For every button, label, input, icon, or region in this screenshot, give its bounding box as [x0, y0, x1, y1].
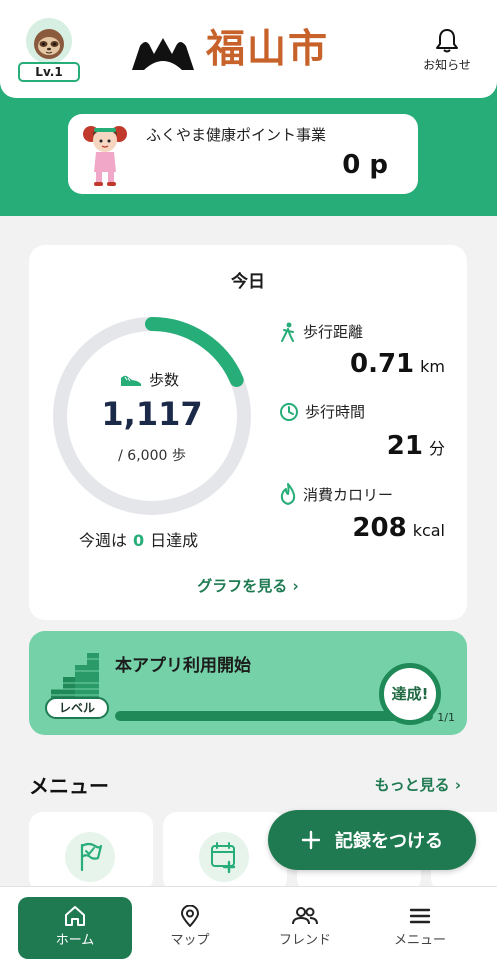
level-title: 本アプリ利用開始 — [115, 656, 251, 676]
record-button[interactable]: 記録をつける — [268, 810, 476, 870]
week-achievement: 今週は 0 日達成 — [79, 527, 198, 551]
sloth-avatar-icon — [26, 18, 72, 64]
distance-value-row: 0.71 km — [350, 349, 445, 379]
distance-value: 0.71 — [349, 349, 415, 379]
user-avatar-button[interactable]: Lv.1 — [18, 18, 80, 84]
flame-icon — [280, 483, 296, 505]
menu-card-checkup[interactable] — [163, 812, 287, 892]
level-pill: レベル — [45, 697, 109, 719]
today-title: 今日 — [231, 272, 265, 292]
map-pin-icon — [181, 905, 199, 927]
nav-map-label: マップ — [170, 933, 210, 948]
bottom-navigation: ホーム マップ フレンド メニュー — [0, 886, 497, 976]
nav-friends-label: フレンド — [278, 933, 331, 948]
stairs-icon — [51, 653, 99, 701]
calorie-value-row: 208 kcal — [352, 513, 445, 543]
steps-goal: / 6,000 歩 — [118, 448, 186, 464]
nav-home[interactable]: ホーム — [18, 897, 132, 959]
plus-icon — [301, 830, 321, 850]
clock-icon — [280, 402, 298, 421]
walking-person-icon — [281, 322, 294, 342]
notification-label: お知らせ — [423, 58, 471, 72]
menu-icon-background — [199, 832, 249, 882]
friends-icon — [292, 907, 318, 925]
bell-icon — [436, 29, 458, 53]
time-value: 21 — [386, 431, 423, 461]
today-activity-card: 今日 歩数 1,117 / 6,000 歩 今週は 0 日達成 歩行距離 0.71 k… — [29, 245, 467, 620]
time-unit: 分 — [428, 439, 445, 458]
record-button-label: 記録をつける — [335, 831, 443, 852]
calorie-unit: kcal — [412, 521, 445, 540]
distance-label: 歩行距離 — [303, 323, 364, 341]
flag-icon — [80, 842, 103, 872]
hamburger-icon — [409, 908, 431, 924]
calorie-label: 消費カロリー — [303, 485, 394, 504]
level-card[interactable]: レベル 本アプリ利用開始 達成! 1/1 — [29, 631, 467, 735]
steps-value: 1,117 — [101, 395, 203, 433]
health-point-card[interactable]: ふくやま健康ポイント事業 0 p — [68, 114, 418, 194]
time-label: 歩行時間 — [305, 403, 366, 421]
distance-label-row: 歩行距離 — [279, 321, 363, 342]
week-suffix: 日達成 — [150, 531, 199, 550]
city-logo-icon — [132, 34, 194, 74]
mascot-icon — [82, 120, 128, 188]
time-label-row: 歩行時間 — [279, 401, 365, 422]
city-title: 福山市 — [206, 26, 330, 72]
nav-map[interactable]: マップ — [133, 897, 247, 959]
nav-menu[interactable]: メニュー — [363, 897, 477, 959]
level-badge: Lv.1 — [18, 62, 80, 82]
menu-more-link[interactable]: もっと見る › — [375, 774, 461, 795]
view-graph-link[interactable]: グラフを見る › — [29, 575, 467, 596]
shoe-icon — [121, 375, 141, 386]
app-header: Lv.1 福山市 お知らせ — [0, 0, 497, 98]
point-value: 0 p — [342, 150, 388, 180]
point-program-title: ふくやま健康ポイント事業 — [146, 126, 327, 144]
time-value-row: 21 分 — [387, 431, 445, 461]
notification-button[interactable]: お知らせ — [414, 28, 480, 80]
menu-card-goal[interactable] — [29, 812, 153, 892]
menu-icon-background — [65, 832, 115, 882]
calorie-value: 208 — [352, 513, 407, 543]
week-prefix: 今週は — [79, 531, 128, 550]
nav-friends[interactable]: フレンド — [248, 897, 362, 959]
week-days-count: 0 — [133, 531, 145, 550]
menu-section-title: メニュー — [29, 774, 109, 798]
calendar-plus-icon — [211, 842, 236, 874]
steps-label: 歩数 — [149, 371, 180, 389]
level-progress-count: 1/1 — [437, 711, 455, 724]
steps-label-row: 歩数 — [119, 369, 179, 390]
calorie-label-row: 消費カロリー — [279, 483, 393, 505]
nav-menu-label: メニュー — [393, 933, 446, 948]
distance-unit: km — [420, 357, 445, 376]
nav-home-label: ホーム — [55, 933, 95, 948]
home-icon — [65, 906, 85, 926]
achieved-badge: 達成! — [379, 663, 441, 725]
